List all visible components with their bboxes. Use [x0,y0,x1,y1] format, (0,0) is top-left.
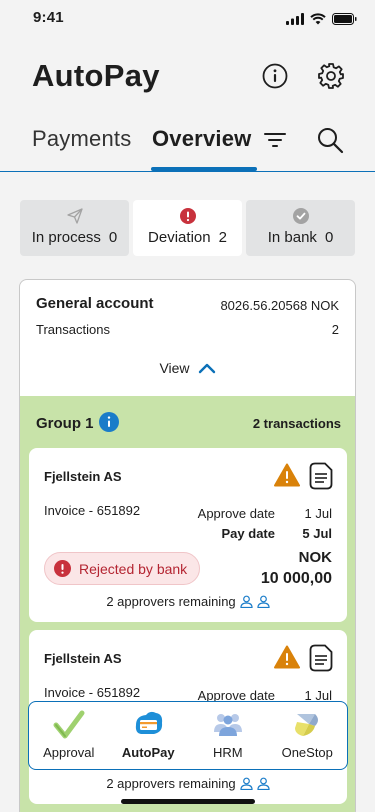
filter-button[interactable] [263,131,287,154]
segment-count: 0 [108,229,118,246]
user-icon [240,595,253,608]
document-button[interactable] [309,462,333,495]
status-badge: Rejected by bank [44,552,200,585]
autopay-icon [136,711,163,734]
status-icons [286,13,357,25]
transaction-company: Fjellstein AS [44,651,122,666]
status-time: 9:41 [33,9,64,26]
info-filled-icon [99,412,119,432]
signal-icon [286,13,304,25]
approval-check-icon [53,710,85,739]
tab-overview[interactable]: Overview [152,126,251,152]
view-toggle-button[interactable]: View [20,360,355,376]
warning-icon [274,463,300,487]
segment-deviation[interactable]: Deviation 2 [133,200,242,256]
nav-autopay[interactable]: AutoPay [109,702,189,769]
account-name: General account [36,295,154,312]
warning-icon [274,645,300,669]
document-icon [309,462,333,490]
user-icon [257,595,270,608]
user-icon [257,777,270,790]
segment-label: In process 0 [31,229,118,246]
approvers-label: 2 approvers remaining [106,776,236,791]
transaction-amount: 10 000,00 [260,570,332,587]
nav-label: Approval [43,745,95,760]
transactions-count: 2 [331,322,339,337]
chevron-up-icon [198,363,215,374]
search-button[interactable] [316,126,344,159]
bottom-nav: Approval AutoPay HRM OneStop [28,701,348,770]
segment-count: 0 [324,229,334,246]
settings-button[interactable] [317,62,345,90]
home-indicator [121,799,255,804]
document-button[interactable] [309,644,333,677]
filter-icon [264,133,286,147]
group-title: Group 1 [36,415,94,432]
transaction-currency: NOK [298,549,332,566]
pay-date-label: Pay date [221,526,275,541]
check-circle-icon [292,208,309,224]
approvers-label: 2 approvers remaining [106,594,236,609]
group-transactions-count: 2 transactions [252,416,341,431]
segment-label: In bank 0 [267,229,334,246]
user-icon [240,777,253,790]
approve-date-label: Approve date [197,506,275,521]
segment-in-process[interactable]: In process 0 [20,200,129,256]
segment-label: Deviation 2 [148,229,227,246]
status-bar: 9:41 [0,0,375,40]
nav-label: AutoPay [121,745,175,760]
tab-divider [0,171,375,172]
info-button[interactable] [261,62,289,90]
document-icon [309,644,333,672]
segment-in-bank[interactable]: In bank 0 [246,200,355,256]
tab-payments[interactable]: Payments [32,126,131,152]
nav-label: OneStop [281,745,333,760]
transactions-label: Transactions [36,322,110,337]
approve-date-value: 1 Jul [304,506,332,521]
battery-icon [332,13,357,25]
warning-button[interactable] [274,645,300,674]
pay-date-value: 5 Jul [302,526,332,541]
transaction-invoice: Invoice - 651892 [44,503,141,518]
search-icon [318,128,344,154]
status-segmented-control: In process 0 Deviation 2 In bank 0 [20,200,355,256]
gear-icon [318,63,344,89]
info-icon [262,63,288,89]
view-label: View [159,360,190,376]
nav-onestop[interactable]: OneStop [268,702,348,769]
transaction-card[interactable]: Fjellstein AS Invoice - 651892 Approve d… [29,448,347,622]
nav-label: HRM [212,745,243,760]
warning-button[interactable] [274,463,300,492]
app-title: AutoPay [32,58,160,93]
account-number: 8026.56.20568 NOK [220,298,339,313]
approvers-remaining: 2 approvers remaining [29,594,347,609]
nav-hrm[interactable]: HRM [188,702,268,769]
onestop-icon [295,714,319,736]
error-icon [54,560,71,577]
transaction-company: Fjellstein AS [44,469,122,484]
alert-circle-icon [179,208,196,224]
group-info-button[interactable] [99,412,119,437]
send-icon [66,208,83,224]
transaction-invoice: Invoice - 651892 [44,685,141,700]
hrm-people-icon [213,714,242,736]
approvers-remaining: 2 approvers remaining [29,776,347,791]
nav-approval[interactable]: Approval [29,702,109,769]
segment-count: 2 [218,229,227,246]
status-badge-label: Rejected by bank [79,560,188,577]
wifi-icon [310,13,326,25]
